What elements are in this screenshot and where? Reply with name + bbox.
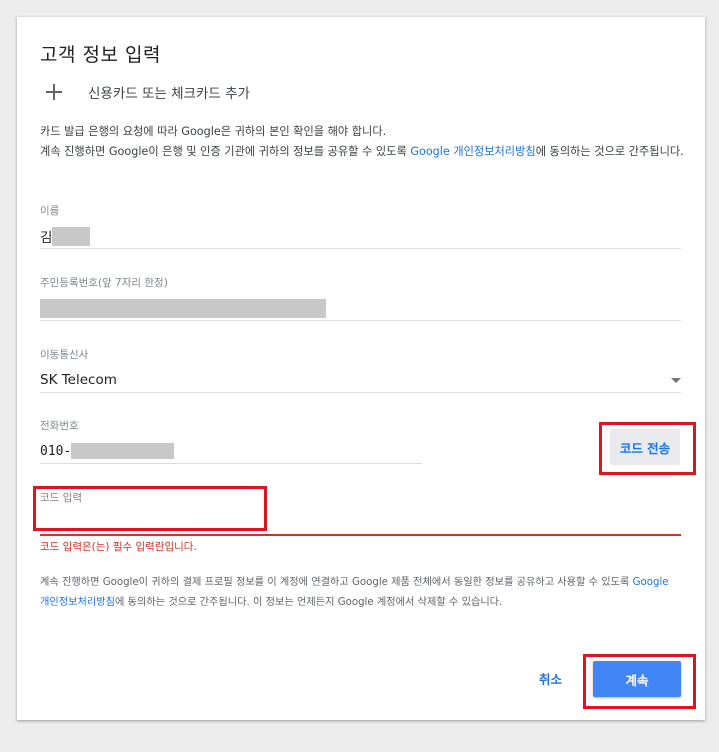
notice-line-2: 계속 진행하면 Google이 은행 및 인증 기관에 귀하의 정보를 공유할 … [40,142,690,162]
customer-info-dialog: 고객 정보 입력 신용카드 또는 체크카드 추가 카드 발급 은행의 요청에 따… [17,17,705,720]
notice-line-1: 카드 발급 은행의 요청에 따라 Google은 귀하의 본인 확인을 해야 합… [40,125,387,138]
plus-icon [44,82,64,102]
privacy-policy-link[interactable]: Google 개인정보처리방침 [410,145,535,158]
code-input[interactable] [40,513,681,533]
code-label: 코드 입력 [40,492,82,504]
resident-id-field[interactable]: 주민등록번호(앞 7자리 한정) [40,275,681,321]
redacted-block [52,226,91,246]
phone-input[interactable]: 010- [40,441,422,461]
dropdown-arrow-icon [671,378,681,383]
carrier-select[interactable]: 이동통신사 SK Telecom [40,347,681,393]
carrier-underline [40,392,681,393]
phone-field[interactable]: 전화번호 010- [40,418,422,464]
name-input[interactable]: 김 [40,226,681,246]
name-label: 이름 [40,205,60,217]
phone-value: 010- [40,443,72,459]
send-code-button[interactable]: 코드 전송 [610,429,680,465]
name-value: 김 [40,230,53,246]
name-field[interactable]: 이름 김 [40,203,681,249]
carrier-value: SK Telecom [40,372,117,388]
name-underline [40,248,681,249]
carrier-label: 이동통신사 [40,349,89,361]
phone-label: 전화번호 [40,420,79,432]
carrier-value-row[interactable]: SK Telecom [40,370,681,390]
notice-prefix: 계속 진행하면 Google이 은행 및 인증 기관에 귀하의 정보를 공유할 … [40,145,411,158]
add-card-label: 신용카드 또는 체크카드 추가 [88,86,250,102]
payment-profile-notice: 계속 진행하면 Google이 귀하의 결제 프로필 정보를 이 계정에 연결하… [40,573,680,613]
footer-suffix: 에 동의하는 것으로 간주됩니다. 이 정보는 언제든지 Google 계정에서… [114,597,503,608]
redacted-block [71,443,175,459]
code-field[interactable]: 코드 입력 [40,490,681,534]
notice-suffix: 에 동의하는 것으로 간주됩니다. [535,145,684,158]
resident-id-label: 주민등록번호(앞 7자리 한정) [40,277,168,289]
footer-prefix: 계속 진행하면 Google이 귀하의 결제 프로필 정보를 이 계정에 연결하… [40,577,633,588]
phone-underline [40,463,422,464]
code-error-underline [40,534,681,536]
verification-notice: 카드 발급 은행의 요청에 따라 Google은 귀하의 본인 확인을 해야 합… [40,122,690,162]
continue-button[interactable]: 계속 [593,661,681,697]
add-card-button[interactable]: 신용카드 또는 체크카드 추가 [44,82,250,102]
resident-id-underline [40,320,681,321]
code-error-message: 코드 입력은(는) 필수 입력란입니다. [40,541,197,553]
cancel-button[interactable]: 취소 [533,665,568,692]
dialog-title: 고객 정보 입력 [40,44,161,66]
redacted-block [40,298,326,318]
resident-id-input[interactable] [40,298,681,318]
